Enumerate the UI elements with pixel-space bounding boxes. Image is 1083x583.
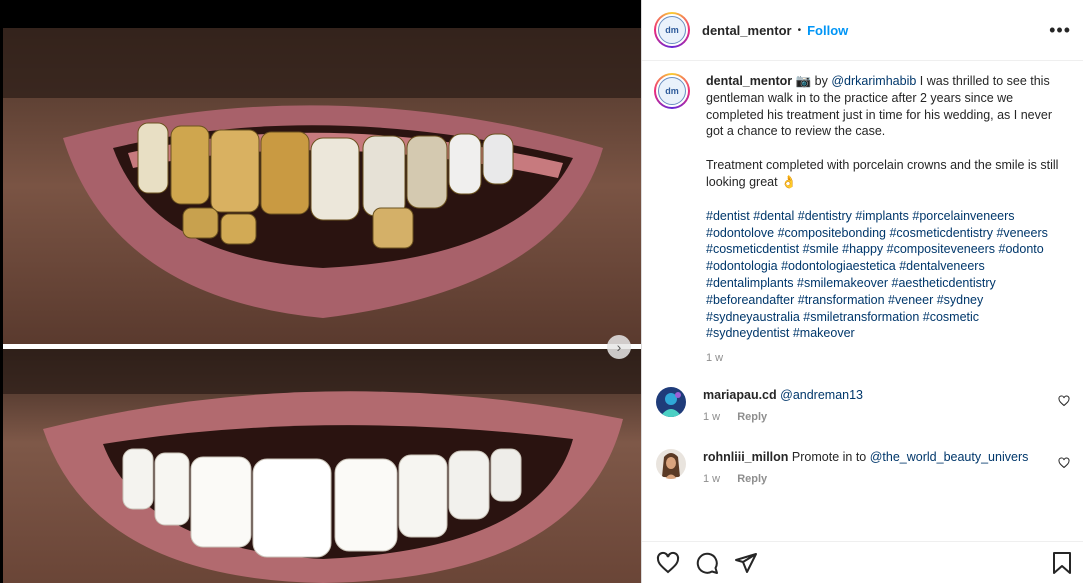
comment-body: mariapau.cd @andreman13 1 w Reply <box>703 387 1043 425</box>
caption-hashtags[interactable]: #dentist #dental #dentistry #implants #p… <box>706 208 1062 342</box>
more-options-icon[interactable]: ••• <box>1049 20 1071 41</box>
post-actions-bar <box>642 541 1083 583</box>
comment-timestamp[interactable]: 1 w <box>703 473 720 485</box>
post-viewer: › dm dental_mentor • Follow ••• dm denta… <box>0 0 1083 583</box>
chevron-right-icon: › <box>616 339 622 355</box>
separator-dot: • <box>797 24 802 36</box>
commenter-avatar[interactable] <box>656 387 686 417</box>
reply-button[interactable]: Reply <box>737 473 767 485</box>
caption-mention-link[interactable]: @drkarimhabib <box>831 74 916 88</box>
comment-body: rohnliii_millon Promote in to @the_world… <box>703 449 1043 487</box>
comment-item: rohnliii_millon Promote in to @the_world… <box>656 449 1076 487</box>
caption-timestamp[interactable]: 1 w <box>706 350 1062 367</box>
heart-icon[interactable] <box>656 551 680 575</box>
camera-emoji: 📷 <box>795 74 812 88</box>
comment-mention-link[interactable]: @andreman13 <box>780 388 863 402</box>
caption-author-avatar[interactable]: dm <box>654 73 690 109</box>
like-comment-heart-icon[interactable] <box>1058 395 1070 407</box>
caption-text-2: Treatment completed with porcelain crown… <box>706 158 1059 189</box>
before-photo <box>3 28 641 344</box>
comment-timestamp[interactable]: 1 w <box>703 411 720 423</box>
comment-item: mariapau.cd @andreman13 1 w Reply <box>656 387 1076 425</box>
caption-by: by <box>811 74 832 88</box>
comment-icon[interactable] <box>695 551 719 575</box>
comment-meta: 1 w Reply <box>703 409 1043 425</box>
after-photo <box>3 349 641 583</box>
send-icon[interactable] <box>734 551 758 575</box>
follow-button[interactable]: Follow <box>807 23 848 38</box>
comment-meta: 1 w Reply <box>703 471 1043 487</box>
caption: dm dental_mentor 📷 by @drkarimhabib I wa… <box>654 73 1074 367</box>
dental-logo-icon: dm <box>658 16 686 44</box>
caption-body: dental_mentor 📷 by @drkarimhabib I was t… <box>706 73 1062 367</box>
post-side-panel: dm dental_mentor • Follow ••• dm dental_… <box>641 0 1083 583</box>
post-media[interactable]: › <box>0 0 641 583</box>
caption-username[interactable]: dental_mentor <box>706 74 792 88</box>
next-slide-button[interactable]: › <box>607 335 631 359</box>
commenter-avatar[interactable] <box>656 449 686 479</box>
comment-text: Promote in to <box>791 450 870 464</box>
bookmark-icon[interactable] <box>1051 551 1073 578</box>
post-header: dm dental_mentor • Follow ••• <box>642 0 1083 61</box>
author-avatar[interactable]: dm <box>654 12 690 48</box>
comment-mention-link[interactable]: @the_world_beauty_univers <box>870 450 1029 464</box>
reply-button[interactable]: Reply <box>737 411 767 423</box>
comment-username[interactable]: rohnliii_millon <box>703 450 788 464</box>
author-username[interactable]: dental_mentor <box>702 23 792 38</box>
dental-logo-icon: dm <box>658 77 686 105</box>
comment-username[interactable]: mariapau.cd <box>703 388 777 402</box>
like-comment-heart-icon[interactable] <box>1058 457 1070 469</box>
